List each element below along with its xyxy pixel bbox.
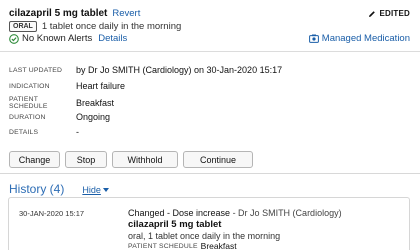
history-schedule-label: PATIENT SCHEDULE: [128, 242, 198, 250]
stop-button[interactable]: Stop: [65, 151, 107, 168]
history-date: 30-JAN-2020 15:17: [19, 209, 85, 218]
caret-down-icon: [102, 188, 109, 192]
check-circle-icon: [9, 33, 19, 44]
info-value: by Dr Jo SMITH (Cardiology) on 30-Jan-20…: [76, 65, 283, 75]
history-change-line: Changed - Dose increase - Dr Jo SMITH (C…: [128, 208, 342, 218]
history-entry: 30-JAN-2020 15:17 Changed - Dose increas…: [8, 197, 410, 250]
info-patient-schedule: PATIENT SCHEDULE Breakfast: [9, 96, 114, 110]
edited-indicator: EDITED: [368, 9, 410, 18]
info-value: Breakfast: [76, 98, 115, 108]
dose-instructions: 1 tablet once daily in the morning: [41, 21, 182, 32]
history-schedule: PATIENT SCHEDULE Breakfast: [128, 241, 237, 250]
info-last-updated: LAST UPDATED by Dr Jo SMITH (Cardiology)…: [9, 65, 282, 75]
medication-name: cilazapril 5 mg tablet: [9, 8, 108, 19]
history-change-type: Changed - Dose increase: [128, 208, 231, 218]
info-indication: INDICATION Heart failure: [9, 81, 125, 91]
hide-history-link[interactable]: Hide: [82, 185, 109, 195]
info-label: DETAILS: [9, 128, 39, 136]
managed-medication-icon: [308, 34, 319, 43]
change-button[interactable]: Change: [9, 151, 60, 168]
info-value: -: [76, 127, 79, 137]
history-schedule-value: Breakfast: [200, 241, 237, 250]
edited-label: EDITED: [379, 9, 410, 18]
history-title: History (4): [9, 182, 65, 196]
info-label: PATIENT SCHEDULE: [9, 96, 48, 110]
route-badge: ORAL: [9, 21, 37, 32]
hide-label: Hide: [82, 185, 101, 195]
action-buttons: Change Stop Withhold Continue: [9, 151, 258, 168]
withhold-button[interactable]: Withhold: [112, 151, 178, 168]
history-changed-by: - Dr Jo SMITH (Cardiology): [230, 208, 342, 218]
details-link[interactable]: Details: [98, 33, 127, 44]
info-value: Heart failure: [76, 81, 126, 91]
managed-medication-label: Managed Medication: [321, 33, 410, 44]
info-details: DETAILS -: [9, 127, 79, 137]
info-label: INDICATION: [9, 82, 50, 90]
history-header: History (4) Hide: [9, 182, 109, 196]
continue-button[interactable]: Continue: [183, 151, 253, 168]
managed-medication-link[interactable]: Managed Medication: [308, 33, 410, 44]
pencil-icon: [369, 10, 376, 17]
alerts-status: No Known Alerts: [22, 33, 93, 44]
medication-card: cilazapril 5 mg tablet Revert EDITED ORA…: [0, 0, 420, 174]
history-medication-name: cilazapril 5 mg tablet: [128, 219, 222, 230]
route-row: ORAL 1 tablet once daily in the morning: [9, 21, 181, 32]
history-dose: oral, 1 tablet once daily in the morning: [128, 231, 281, 241]
info-label: DURATION: [9, 113, 46, 121]
medication-title-row: cilazapril 5 mg tablet Revert: [9, 8, 140, 19]
revert-link[interactable]: Revert: [112, 8, 140, 19]
info-duration: DURATION Ongoing: [9, 112, 110, 122]
info-value: Ongoing: [76, 112, 111, 122]
info-label: LAST UPDATED: [9, 66, 63, 74]
alerts-row: No Known Alerts Details: [9, 33, 127, 44]
divider: [0, 51, 420, 52]
